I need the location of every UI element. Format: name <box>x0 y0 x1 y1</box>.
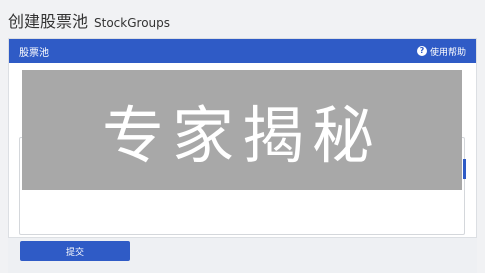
input-focus-edge <box>463 159 466 179</box>
panel-title: 股票池 <box>19 47 49 59</box>
help-link[interactable]: ? 使用帮助 <box>416 45 466 58</box>
overlay-text: 专家揭秘 <box>101 99 382 172</box>
page-title-main: 创建股票池 <box>8 12 89 31</box>
page-title-sub: StockGroups <box>94 16 171 30</box>
submit-button[interactable]: 提交 <box>20 241 130 261</box>
help-label: 使用帮助 <box>429 47 466 58</box>
page: 创建股票池 StockGroups 股票池 ? 使用帮助 专家揭秘 提交 <box>0 0 485 273</box>
page-title: 创建股票池 StockGroups <box>8 8 171 31</box>
question-icon: ? <box>416 46 427 56</box>
form-footer: 提交 <box>8 238 477 273</box>
watermark-overlay: 专家揭秘 <box>22 70 462 190</box>
panel-header: 股票池 ? 使用帮助 <box>9 39 476 63</box>
